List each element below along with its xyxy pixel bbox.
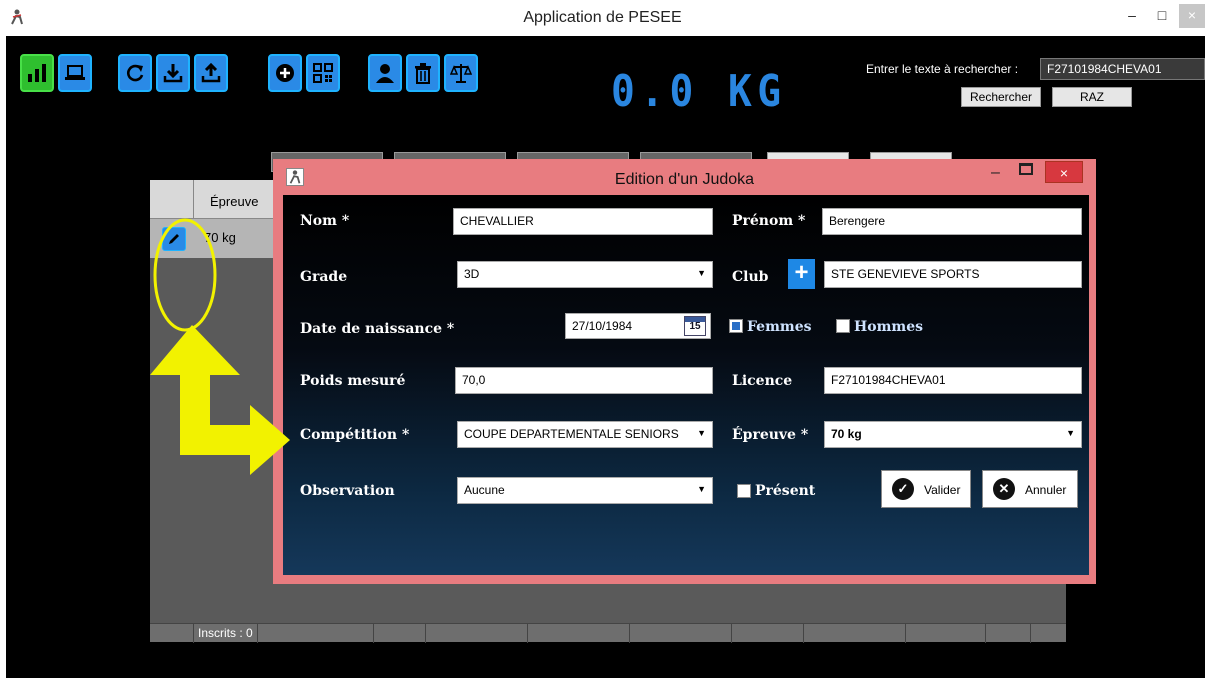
maximize-button[interactable]: □	[1150, 4, 1174, 28]
refresh-button[interactable]	[118, 54, 152, 92]
prenom-field[interactable]: Berengere	[822, 208, 1082, 235]
observation-label: Observation	[300, 483, 395, 499]
qrcode-button[interactable]	[306, 54, 340, 92]
check-icon: ✓	[892, 478, 914, 500]
club-label: Club	[732, 269, 769, 285]
femmes-label: Femmes	[747, 319, 812, 335]
pencil-icon	[169, 234, 179, 244]
chart-icon	[28, 64, 46, 82]
present-checkbox[interactable]	[737, 484, 751, 498]
weight-display: 0.0 KG	[611, 66, 787, 117]
user-icon	[376, 64, 394, 83]
window-title: Application de PESEE	[523, 9, 682, 26]
chevron-down-icon: ▼	[697, 428, 706, 438]
dialog-minimize-button[interactable]: –	[991, 164, 1000, 182]
refresh-icon	[127, 64, 144, 82]
add-judoka-button[interactable]	[268, 54, 302, 92]
minimize-button[interactable]: –	[1120, 4, 1144, 28]
poids-label: Poids mesuré	[300, 373, 406, 389]
statistics-button[interactable]	[20, 54, 54, 92]
trash-icon	[415, 63, 431, 84]
chevron-down-icon: ▼	[1066, 428, 1075, 438]
epreuve-label: Épreuve *	[732, 427, 809, 443]
close-icon: ✕	[993, 478, 1015, 500]
hommes-label: Hommes	[854, 319, 923, 335]
epreuve-select[interactable]: 70 kg ▼	[824, 421, 1082, 448]
qrcode-icon	[313, 63, 333, 83]
registered-count: Inscrits : 0	[198, 626, 253, 640]
title-bar: Application de PESEE – □ ×	[0, 0, 1205, 36]
grade-value: 3D	[464, 267, 480, 281]
nom-field[interactable]: CHEVALLIER	[453, 208, 713, 235]
competition-label: Compétition *	[300, 427, 410, 443]
calendar-icon[interactable]: 15	[684, 316, 706, 336]
user-button[interactable]	[368, 54, 402, 92]
dialog-close-button[interactable]: ×	[1045, 161, 1083, 183]
annuler-button[interactable]: ✕ Annuler	[982, 470, 1078, 508]
search-input[interactable]	[1040, 58, 1205, 80]
search-label: Entrer le texte à rechercher :	[866, 62, 1019, 76]
edit-row-button[interactable]	[162, 227, 186, 251]
femmes-checkbox[interactable]	[729, 319, 743, 333]
grid-header-action-column	[150, 180, 194, 218]
add-club-button[interactable]: +	[788, 259, 815, 289]
table-row[interactable]: 70 kg	[150, 218, 290, 258]
club-field[interactable]: STE GENEVIEVE SPORTS	[824, 261, 1082, 288]
import-button[interactable]	[156, 54, 190, 92]
competition-value: COUPE DEPARTEMENTALE SENIORS	[464, 427, 679, 441]
competition-select[interactable]: COUPE DEPARTEMENTALE SENIORS ▼	[457, 421, 713, 448]
weigh-button[interactable]	[444, 54, 478, 92]
nom-label: Nom *	[300, 213, 350, 229]
display-button[interactable]	[58, 54, 92, 92]
hommes-checkbox[interactable]	[836, 319, 850, 333]
search-button[interactable]: Rechercher	[961, 87, 1041, 107]
prenom-label: Prénom *	[732, 213, 806, 229]
edit-judoka-dialog: Edition d'un Judoka – × Nom * CHEVALLIER…	[273, 159, 1096, 584]
application-window: Application de PESEE – □ × 0.0 KG Entrer…	[0, 0, 1205, 678]
dialog-form: Nom * CHEVALLIER Prénom * Berengere Grad…	[283, 195, 1089, 575]
laptop-icon	[65, 65, 85, 80]
licence-label: Licence	[732, 373, 793, 389]
naissance-label: Date de naissance *	[300, 321, 455, 337]
observation-select[interactable]: Aucune ▼	[457, 477, 713, 504]
grid-header-epreuve: Épreuve	[210, 194, 259, 209]
reset-search-button[interactable]: RAZ	[1052, 87, 1132, 107]
epreuve-value: 70 kg	[831, 427, 862, 441]
add-icon	[276, 64, 294, 82]
licence-field[interactable]: F27101984CHEVA01	[824, 367, 1082, 394]
annuler-label: Annuler	[1025, 483, 1067, 497]
balance-icon	[450, 64, 472, 83]
delete-button[interactable]	[406, 54, 440, 92]
valider-label: Valider	[924, 483, 961, 497]
present-label: Présent	[755, 483, 816, 499]
naissance-value: 27/10/1984	[572, 319, 633, 333]
dialog-title-bar: Edition d'un Judoka – ×	[273, 159, 1096, 192]
poids-field[interactable]: 70,0	[455, 367, 713, 394]
observation-value: Aucune	[464, 483, 505, 497]
grid-header: Épreuve	[150, 180, 290, 218]
chevron-down-icon: ▼	[697, 268, 706, 278]
plus-icon: +	[794, 259, 809, 286]
valider-button[interactable]: ✓ Valider	[881, 470, 971, 508]
download-icon	[163, 64, 183, 83]
upload-icon	[201, 62, 221, 83]
chevron-down-icon: ▼	[697, 484, 706, 494]
grid-footer: Inscrits : 0	[150, 623, 1066, 643]
close-button[interactable]: ×	[1179, 4, 1205, 28]
grade-label: Grade	[300, 269, 348, 285]
dialog-title: Edition d'un Judoka	[614, 171, 755, 188]
row-epreuve-value: 70 kg	[204, 230, 236, 245]
grade-select[interactable]: 3D ▼	[457, 261, 713, 288]
export-button[interactable]	[194, 54, 228, 92]
dialog-maximize-button[interactable]	[1019, 163, 1033, 175]
